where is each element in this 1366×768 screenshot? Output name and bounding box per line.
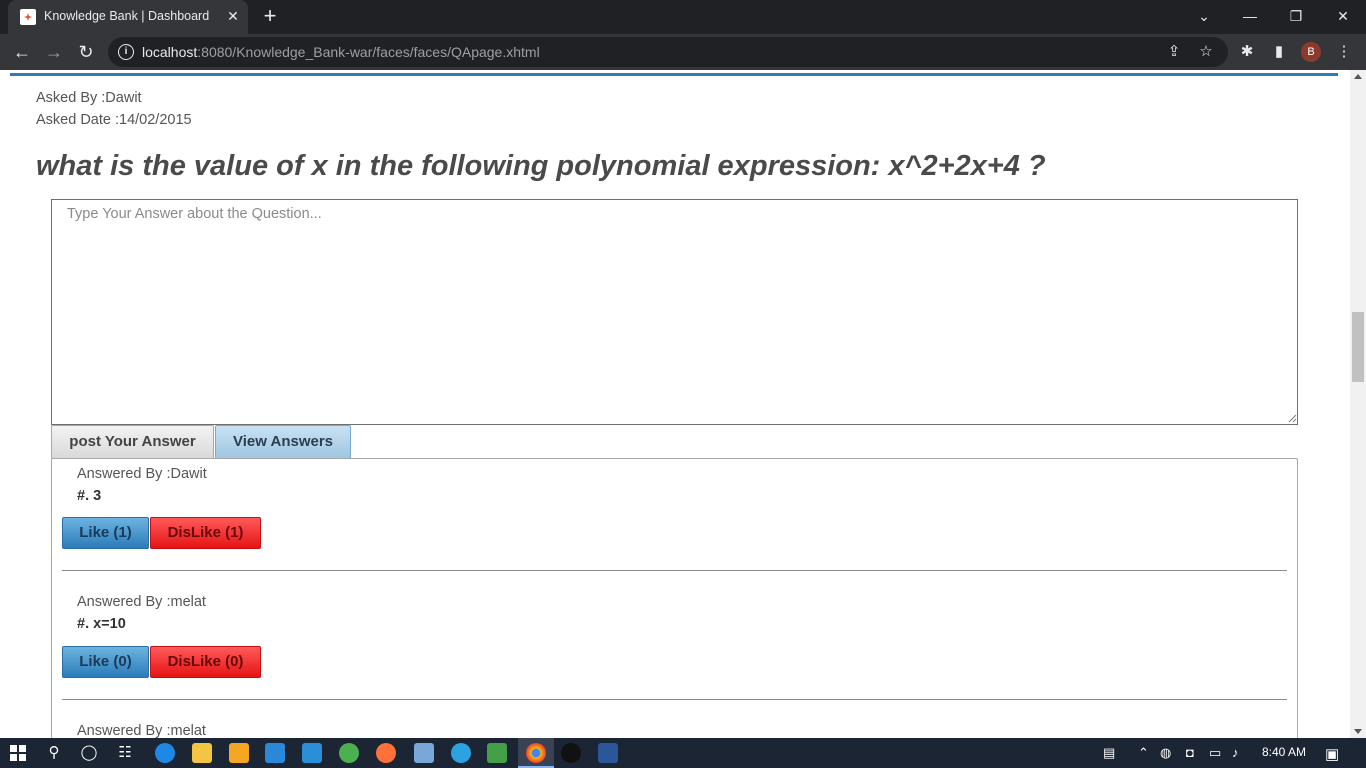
task-view-icon[interactable]: ☷: [114, 742, 136, 764]
like-button[interactable]: Like (0): [62, 646, 149, 678]
close-window-button[interactable]: ✕: [1320, 0, 1366, 34]
like-button[interactable]: Like (1): [62, 517, 149, 549]
scrollbar-thumb[interactable]: [1352, 312, 1364, 382]
asked-by: Asked By :Dawit: [36, 90, 142, 106]
windows-start-icon[interactable]: [10, 745, 26, 761]
virtualbox-icon[interactable]: [414, 743, 434, 763]
new-tab-button[interactable]: +: [258, 5, 282, 29]
url-text[interactable]: localhost:8080/Knowledge_Bank-war/faces/…: [142, 44, 540, 60]
url-host: localhost: [142, 44, 198, 60]
answers-panel: Answered By :Dawit #. 3 Like (1) DisLike…: [51, 458, 1298, 738]
scroll-up-arrow-icon[interactable]: [1354, 74, 1362, 79]
header-accent-line: [10, 73, 1338, 76]
side-panel-icon[interactable]: ▮: [1269, 42, 1289, 62]
profile-avatar[interactable]: B: [1301, 42, 1321, 62]
answered-by: Answered By :melat: [77, 723, 206, 738]
browser-tab-strip: Knowledge Bank | Dashboard ✕ + ⌄ — ❐ ✕: [0, 0, 1366, 34]
forward-arrow-icon[interactable]: →: [40, 38, 68, 66]
vscode-icon[interactable]: [302, 743, 322, 763]
answer-divider: [62, 699, 1287, 700]
word-icon[interactable]: [598, 743, 618, 763]
file-explorer-icon[interactable]: [192, 743, 212, 763]
answer-text: #. 3: [77, 488, 102, 504]
address-bar[interactable]: i localhost:8080/Knowledge_Bank-war/face…: [108, 37, 1228, 67]
cortana-icon[interactable]: ◯: [78, 742, 100, 764]
post-answer-button[interactable]: post Your Answer: [51, 425, 214, 459]
search-icon[interactable]: ⚲: [43, 742, 65, 764]
network-globe-icon[interactable]: ◍: [1160, 745, 1171, 761]
news-widget-icon[interactable]: ▤: [1103, 745, 1115, 761]
tab-title: Knowledge Bank | Dashboard: [44, 9, 210, 23]
notifications-icon[interactable]: ▣: [1325, 745, 1339, 763]
firefox-icon[interactable]: [376, 743, 396, 763]
tiktok-icon[interactable]: [561, 743, 581, 763]
mail-icon[interactable]: [265, 743, 285, 763]
extensions-puzzle-icon[interactable]: ✱: [1237, 42, 1257, 62]
edge-browser-icon[interactable]: [155, 743, 175, 763]
battery-icon[interactable]: ▭: [1209, 745, 1221, 761]
dislike-button[interactable]: DisLike (1): [150, 517, 261, 549]
answer-textarea[interactable]: [51, 199, 1298, 425]
dislike-button[interactable]: DisLike (0): [150, 646, 261, 678]
answer-divider: [62, 570, 1287, 571]
tray-chevron-icon[interactable]: ⌃: [1138, 745, 1149, 761]
back-arrow-icon[interactable]: ←: [8, 38, 36, 66]
answered-by: Answered By :Dawit: [77, 466, 207, 482]
share-icon[interactable]: ⇪: [1164, 42, 1184, 62]
browser-tab[interactable]: Knowledge Bank | Dashboard ✕: [8, 0, 248, 34]
asked-date: Asked Date :14/02/2015: [36, 112, 192, 128]
answered-by: Answered By :melat: [77, 594, 206, 610]
page-scrollbar[interactable]: [1350, 70, 1366, 738]
chrome-menu-icon[interactable]: ⋮: [1334, 42, 1354, 62]
tab-close-icon[interactable]: ✕: [224, 7, 242, 25]
volume-icon[interactable]: ♪: [1232, 745, 1239, 760]
chrome-icon[interactable]: [526, 743, 546, 763]
reload-icon[interactable]: ↻: [72, 38, 100, 66]
question-title: what is the value of x in the following …: [36, 150, 1046, 182]
answer-text: #. x=10: [77, 616, 126, 632]
page-viewport: Asked By :Dawit Asked Date :14/02/2015 w…: [0, 70, 1350, 738]
bookmark-star-icon[interactable]: ☆: [1196, 42, 1216, 62]
meet-icon[interactable]: ◘: [1186, 745, 1194, 760]
minimize-button[interactable]: —: [1227, 0, 1273, 34]
taskbar-clock[interactable]: 8:40 AM: [1262, 745, 1306, 759]
netbeans-icon[interactable]: [339, 743, 359, 763]
windows-taskbar: ⚲ ◯ ☷ ▤ ⌃ ◍ ◘ ▭ ♪ 8:40 AM ▣: [0, 738, 1366, 768]
scroll-down-arrow-icon[interactable]: [1354, 729, 1362, 734]
resize-grip-icon[interactable]: [1287, 413, 1297, 423]
restore-button[interactable]: ❐: [1273, 0, 1319, 34]
view-answers-button[interactable]: View Answers: [215, 425, 351, 459]
store-icon[interactable]: [229, 743, 249, 763]
tab-search-chevron-icon[interactable]: ⌄: [1181, 0, 1227, 34]
site-info-icon[interactable]: i: [118, 44, 134, 60]
telegram-icon[interactable]: [451, 743, 471, 763]
browser-toolbar: ← → ↻ i localhost:8080/Knowledge_Bank-wa…: [0, 34, 1366, 70]
app-icon[interactable]: [487, 743, 507, 763]
site-favicon-icon: [20, 9, 36, 25]
url-path: :8080/Knowledge_Bank-war/faces/faces/QAp…: [197, 44, 540, 60]
